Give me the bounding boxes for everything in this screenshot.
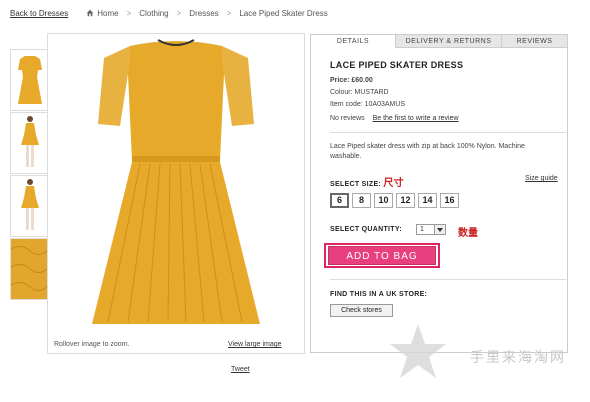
product-description: Lace Piped skater dress with zip at back… bbox=[330, 143, 525, 160]
reviews-line: No reviews Be the first to write a revie… bbox=[330, 115, 459, 122]
quantity-annotation: 数量 bbox=[458, 228, 478, 239]
breadcrumb: Back to Dresses Home > Clothing > Dresse… bbox=[10, 7, 328, 19]
product-item-code: Item code: 10A03AMUS bbox=[330, 101, 406, 108]
size-options: 6 8 10 12 14 16 bbox=[330, 193, 459, 208]
breadcrumb-clothing[interactable]: Clothing bbox=[139, 9, 168, 18]
quantity-select[interactable]: 1 bbox=[416, 224, 446, 235]
breadcrumb-current: Lace Piped Skater Dress bbox=[239, 8, 328, 18]
view-large-image-link[interactable]: View large image bbox=[228, 341, 282, 348]
quantity-value: 1 bbox=[420, 226, 424, 233]
product-price: Price: £60.00 bbox=[330, 77, 373, 84]
select-size-label: SELECT SIZE: 尺寸 bbox=[330, 174, 404, 189]
breadcrumb-dresses[interactable]: Dresses bbox=[189, 9, 218, 18]
rollover-zoom-hint: Rollover image to zoom. bbox=[54, 341, 130, 348]
model-back-thumbnail-image bbox=[21, 179, 39, 230]
breadcrumb-separator: > bbox=[126, 8, 132, 18]
size-option[interactable]: 10 bbox=[374, 193, 393, 208]
dress-image bbox=[92, 39, 260, 324]
home-icon bbox=[87, 9, 94, 17]
thumbnail-lace-detail[interactable] bbox=[10, 238, 50, 300]
watermark-text: 手里来海淘网 bbox=[470, 350, 566, 366]
tab-details[interactable]: DETAILS bbox=[310, 34, 396, 48]
breadcrumb-home[interactable]: Home bbox=[97, 9, 118, 18]
product-title: LACE PIPED SKATER DRESS bbox=[330, 60, 464, 70]
star-watermark-icon bbox=[390, 324, 446, 378]
lace-detail-image bbox=[11, 239, 49, 299]
size-annotation: 尺寸 bbox=[383, 178, 404, 189]
no-reviews-text: No reviews bbox=[330, 115, 365, 122]
main-product-image[interactable] bbox=[47, 33, 305, 354]
size-option[interactable]: 12 bbox=[396, 193, 415, 208]
product-tabs: DETAILS DELIVERY & RETURNS REVIEWS bbox=[310, 34, 568, 48]
add-to-bag-button[interactable]: ADD TO BAG bbox=[328, 246, 436, 265]
divider bbox=[330, 279, 566, 280]
breadcrumb-separator: > bbox=[176, 8, 182, 18]
back-to-dresses-link[interactable]: Back to Dresses bbox=[10, 9, 68, 18]
model-thumbnail-image bbox=[21, 116, 39, 167]
find-in-store-label: FIND THIS IN A UK STORE: bbox=[330, 291, 428, 298]
select-size-text: SELECT SIZE: bbox=[330, 181, 382, 188]
tab-delivery-returns[interactable]: DELIVERY & RETURNS bbox=[396, 34, 502, 48]
breadcrumb-separator: > bbox=[226, 8, 232, 18]
tweet-link[interactable]: Tweet bbox=[231, 366, 250, 373]
thumbnail-front[interactable] bbox=[10, 49, 50, 111]
size-option[interactable]: 8 bbox=[352, 193, 371, 208]
write-review-link[interactable]: Be the first to write a review bbox=[373, 115, 459, 122]
dress-thumbnail-image bbox=[18, 56, 42, 104]
thumbnail-model-back[interactable] bbox=[10, 175, 50, 237]
divider bbox=[330, 132, 566, 133]
product-colour: Colour: MUSTARD bbox=[330, 89, 389, 96]
size-option[interactable]: 16 bbox=[440, 193, 459, 208]
chevron-down-icon bbox=[434, 225, 445, 234]
size-option[interactable]: 14 bbox=[418, 193, 437, 208]
check-stores-button[interactable]: Check stores bbox=[330, 304, 393, 317]
size-guide-link[interactable]: Size guide bbox=[525, 175, 558, 182]
thumbnail-model-front[interactable] bbox=[10, 112, 50, 174]
tab-reviews[interactable]: REVIEWS bbox=[502, 34, 568, 48]
select-quantity-label: SELECT QUANTITY: bbox=[330, 226, 402, 233]
size-option[interactable]: 6 bbox=[330, 193, 349, 208]
